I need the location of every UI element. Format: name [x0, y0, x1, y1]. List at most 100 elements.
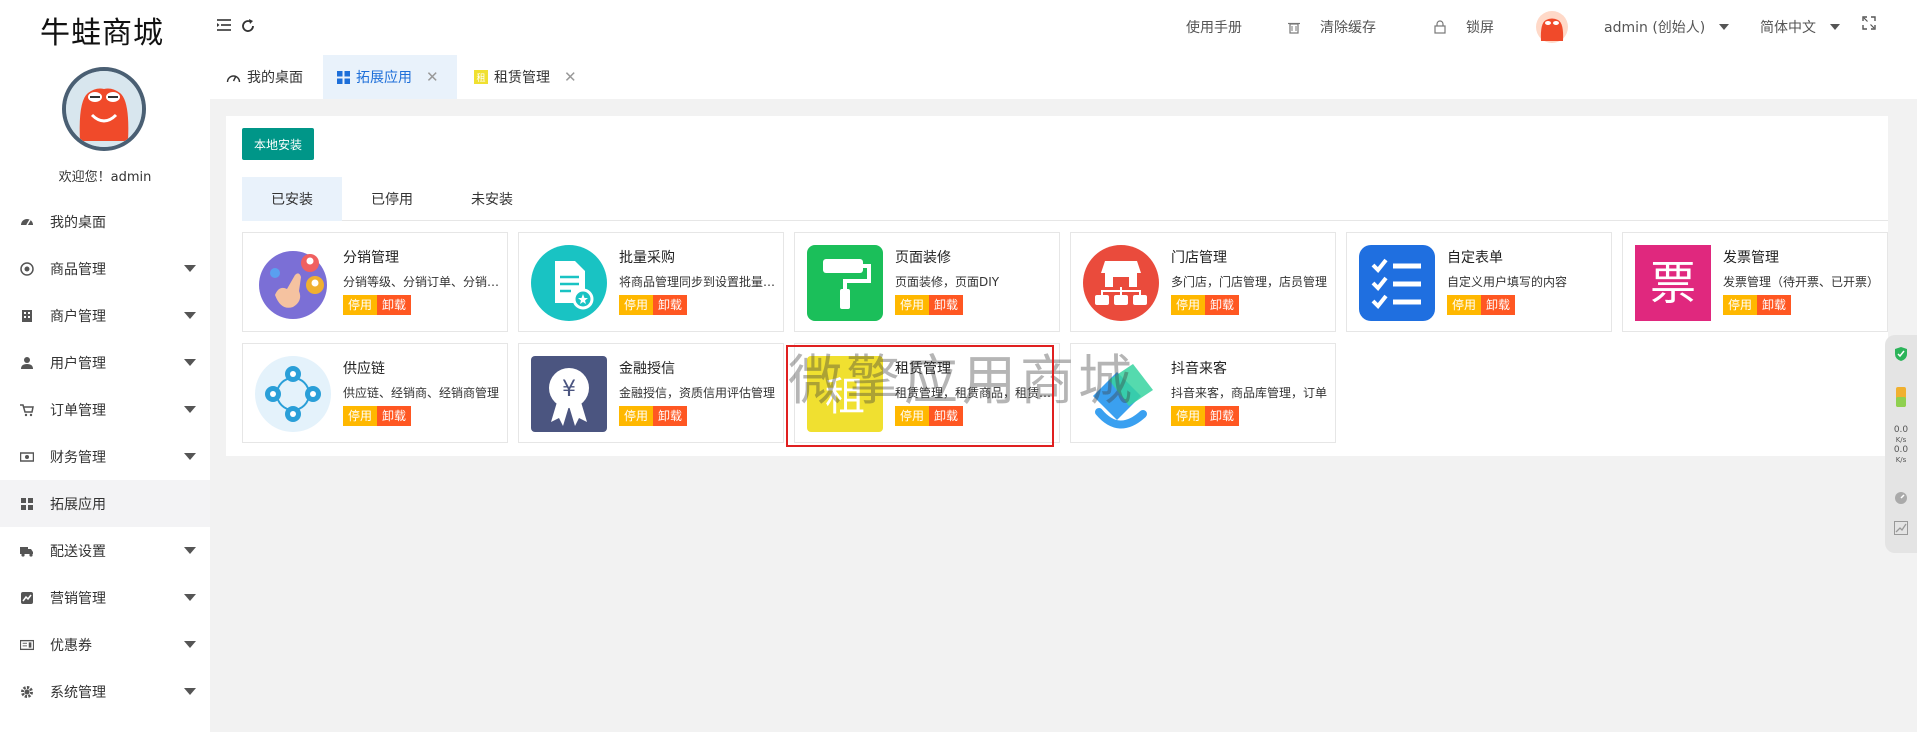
tab-disabled[interactable]: 已停用 [342, 177, 442, 221]
app-card[interactable]: ¥ 金融授信 金融授信，资质信用评估管理 停用 卸载 [518, 343, 784, 443]
uninstall-button[interactable]: 卸载 [929, 295, 964, 315]
sidebar-item-coupons[interactable]: 优惠券 [0, 621, 210, 668]
tab-installed[interactable]: 已安装 [242, 177, 342, 221]
uninstall-button[interactable]: 卸载 [1205, 295, 1240, 315]
chevron-down-icon [184, 641, 196, 648]
paint-roller-icon [807, 245, 883, 321]
sidebar-item-label: 优惠券 [50, 637, 92, 654]
app-card[interactable]: 票 发票管理 发票管理（待开票、已开票） 停用 卸载 [1622, 232, 1888, 332]
purchase-icon [531, 245, 607, 321]
floating-speed-widget[interactable]: 0.0 K/s 0.0 K/s [1885, 335, 1917, 553]
app-description: 多门店，门店管理，店员管理 [1171, 275, 1328, 289]
disable-button[interactable]: 停用 [1447, 295, 1482, 315]
uninstall-button[interactable]: 卸载 [377, 406, 412, 426]
sidebar-item-merchant[interactable]: 商户管理 [0, 292, 210, 339]
lock-screen-button[interactable]: 锁屏 [1434, 17, 1494, 37]
app-title: 发票管理 [1723, 250, 1779, 266]
app-card[interactable]: 供应链 供应链、经销商、经销商管理 停用 卸载 [242, 343, 508, 443]
app-description: 抖音来客，商品库管理，订单 [1171, 386, 1328, 400]
user-menu[interactable]: admin (创始人) [1536, 11, 1730, 43]
sidebar-item-label: 系统管理 [50, 684, 106, 701]
tab-rental[interactable]: 租 租赁管理 ✕ [460, 55, 591, 99]
close-icon[interactable]: ✕ [426, 68, 439, 86]
top-header: 使用手册 清除缓存 锁屏 admin (创始人) 简体中文 [210, 0, 1917, 55]
coupon-icon [20, 638, 34, 652]
chevron-down-icon [1719, 24, 1730, 30]
chevron-down-icon [184, 453, 196, 460]
refresh-icon [242, 19, 254, 32]
sidebar-item-users[interactable]: 用户管理 [0, 339, 210, 386]
chevron-down-icon [184, 359, 196, 366]
language-select[interactable]: 简体中文 [1760, 17, 1840, 37]
sidebar-item-label: 订单管理 [50, 402, 106, 419]
tab-not-installed[interactable]: 未安装 [442, 177, 542, 221]
fullscreen-button[interactable] [1862, 16, 1876, 30]
marketing-icon [20, 591, 34, 605]
lock-icon [1434, 20, 1446, 34]
speed-unit: K/s [1895, 436, 1907, 444]
disable-button[interactable]: 停用 [343, 295, 378, 315]
disable-button[interactable]: 停用 [343, 406, 378, 426]
chevron-down-icon [1830, 24, 1840, 30]
sidebar-item-delivery[interactable]: 配送设置 [0, 527, 210, 574]
refresh-button[interactable] [240, 18, 256, 34]
menu-toggle-button[interactable] [216, 18, 232, 32]
manual-label: 使用手册 [1186, 20, 1242, 36]
uninstall-button[interactable]: 卸载 [653, 406, 688, 426]
uninstall-button[interactable]: 卸载 [1757, 295, 1792, 315]
upload-speed: 0.0 [1893, 425, 1909, 435]
uninstall-button[interactable]: 卸载 [653, 295, 688, 315]
sidebar-item-goods[interactable]: 商品管理 [0, 245, 210, 292]
supply-chain-icon [255, 356, 331, 432]
app-card[interactable]: 自定表单 自定义用户填写的内容 停用 卸载 [1346, 232, 1612, 332]
battery-icon [1896, 387, 1906, 407]
uninstall-button[interactable]: 卸载 [1481, 295, 1516, 315]
invoice-icon: 票 [1635, 245, 1711, 321]
tab-label: 租赁管理 [494, 70, 550, 86]
app-card[interactable]: 门店管理 多门店，门店管理，店员管理 停用 卸载 [1070, 232, 1336, 332]
merchant-icon [20, 309, 34, 323]
uninstall-button[interactable]: 卸载 [1205, 406, 1240, 426]
chevron-down-icon [184, 265, 196, 272]
disable-button[interactable]: 停用 [895, 295, 930, 315]
app-title: 自定表单 [1447, 250, 1503, 266]
close-icon[interactable]: ✕ [564, 68, 577, 86]
brand-title: 牛蛙商城 [40, 16, 164, 51]
sidebar-item-dashboard[interactable]: 我的桌面 [0, 198, 210, 245]
sidebar-item-orders[interactable]: 订单管理 [0, 386, 210, 433]
sidebar-item-label: 我的桌面 [50, 214, 106, 231]
sidebar-item-marketing[interactable]: 营销管理 [0, 574, 210, 621]
tab-extensions[interactable]: 拓展应用 ✕ [323, 55, 457, 99]
disable-button[interactable]: 停用 [619, 295, 654, 315]
gear-icon [20, 685, 34, 699]
sidebar-item-system[interactable]: 系统管理 [0, 668, 210, 715]
app-description: 分销等级、分销订单、分销商管理 [343, 275, 501, 289]
clear-cache-button[interactable]: 清除缓存 [1288, 17, 1376, 37]
gauge-icon [1895, 492, 1907, 504]
disable-button[interactable]: 停用 [619, 406, 654, 426]
chevron-down-icon [184, 312, 196, 319]
finance-credit-icon: ¥ [531, 356, 607, 432]
install-status-tabs: 已安装 已停用 未安装 [242, 177, 1888, 221]
sidebar-item-finance[interactable]: 财务管理 [0, 433, 210, 480]
local-install-button[interactable]: 本地安装 [242, 128, 314, 160]
app-card[interactable]: 页面装修 页面装修，页面DIY 停用 卸载 [794, 232, 1060, 332]
disable-button[interactable]: 停用 [1171, 406, 1206, 426]
disable-button[interactable]: 停用 [1171, 295, 1206, 315]
highlight-box [786, 345, 1054, 447]
app-description: 将商品管理同步到设置批量采购 [619, 275, 777, 289]
disable-button[interactable]: 停用 [1723, 295, 1758, 315]
sidebar-menu: 我的桌面 商品管理 商户管理 用户管理 订单管理 财务管理 拓展应用 配送设置 … [0, 198, 210, 715]
chevron-down-icon [184, 594, 196, 601]
app-card[interactable]: 批量采购 将商品管理同步到设置批量采购 停用 卸载 [518, 232, 784, 332]
uninstall-button[interactable]: 卸载 [377, 295, 412, 315]
sidebar-item-label: 配送设置 [50, 543, 106, 560]
sidebar-item-extensions[interactable]: 拓展应用 [0, 480, 210, 527]
manual-link[interactable]: 使用手册 [1186, 17, 1242, 37]
app-card[interactable]: 分销管理 分销等级、分销订单、分销商管理 停用 卸载 [242, 232, 508, 332]
app-description: 发票管理（待开票、已开票） [1723, 275, 1880, 289]
avatar[interactable] [62, 67, 146, 151]
tab-dashboard[interactable]: 我的桌面 [212, 55, 317, 99]
dashboard-icon [226, 74, 241, 82]
dashboard-icon [20, 215, 34, 229]
